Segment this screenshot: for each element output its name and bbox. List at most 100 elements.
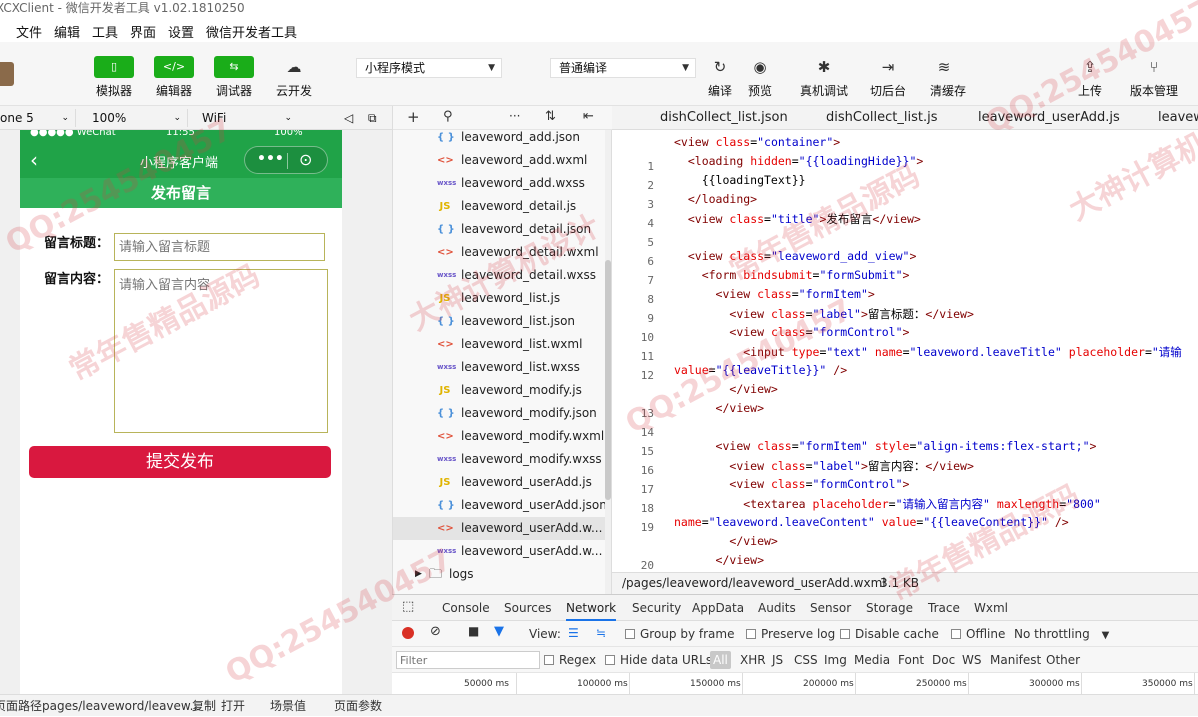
tab-sensor[interactable]: Sensor [810, 595, 851, 621]
device-model-select[interactable]: one 5 ⌄ [0, 109, 76, 127]
file-row[interactable]: <> leaveword_modify.wxml [393, 425, 605, 448]
close-circle-icon[interactable]: ⊙ [299, 150, 312, 169]
hide-data-urls-checkbox[interactable]: Hide data URLs [605, 647, 712, 673]
list-view-icon[interactable]: ☰ [568, 626, 579, 640]
tab-console[interactable]: Console [442, 595, 490, 621]
folder-row[interactable]: ▶ 🗀 logs [393, 563, 605, 586]
scene-value-button[interactable]: 场景值 [270, 695, 306, 717]
tab-trace[interactable]: Trace [928, 595, 960, 621]
code-line[interactable]: <input type="text" name="leaveword.leave… [674, 344, 1182, 360]
code-line[interactable]: </view> [674, 534, 777, 548]
more-icon[interactable]: ··· [509, 109, 520, 123]
bug-icon[interactable]: ✱ [812, 56, 836, 78]
tab-sources[interactable]: Sources [504, 595, 551, 621]
preserve-log-checkbox[interactable]: Preserve log [746, 621, 835, 647]
tab-leaveword-partial[interactable]: leavew [1158, 106, 1198, 130]
code-line[interactable]: </loading> [674, 192, 757, 206]
filter-type-other[interactable]: Other [1046, 647, 1080, 673]
waterfall-view-icon[interactable]: ≒ [596, 626, 606, 640]
filter-type-img[interactable]: Img [824, 647, 847, 673]
filter-type-css[interactable]: CSS [794, 647, 818, 673]
tab-dishcollect-list-json[interactable]: dishCollect_list.json [660, 106, 788, 130]
file-row[interactable]: { } leaveword_userAdd.json [393, 494, 607, 517]
file-row[interactable]: wxss leaveword_detail.wxss [393, 264, 605, 287]
avatar[interactable] [0, 62, 14, 86]
open-link[interactable]: 打开 [221, 695, 245, 717]
filter-type-js[interactable]: JS [772, 647, 783, 673]
menu-tools[interactable]: 工具 [92, 22, 118, 41]
file-row[interactable]: <> leaveword_add.wxml [393, 149, 605, 172]
editor-button[interactable]: </> [154, 56, 194, 78]
file-row[interactable]: JS leaveword_list.js [393, 287, 605, 310]
simulator-button[interactable]: ▯ [94, 56, 134, 78]
add-icon[interactable]: + [407, 108, 420, 126]
throttling-select[interactable]: No throttling ▼ [1014, 621, 1109, 647]
code-line[interactable]: {{loadingText}} [674, 173, 806, 187]
filter-input[interactable] [396, 651, 540, 669]
tab-appdata[interactable]: AppData [692, 595, 744, 621]
scrollbar-thumb[interactable] [605, 260, 611, 500]
filter-type-doc[interactable]: Doc [932, 647, 955, 673]
menu-edit[interactable]: 编辑 [54, 22, 80, 41]
zoom-select[interactable]: 100% ⌄ [92, 109, 188, 127]
switch-background-icon[interactable]: ⇥ [876, 56, 900, 78]
menu-file[interactable]: 文件 [16, 22, 42, 41]
code-line[interactable]: <view class="label">留言标题：</view> [674, 306, 974, 322]
code-line[interactable]: <view class="leaveword_add_view"> [674, 249, 917, 263]
filter-icon[interactable]: ▼ [494, 624, 504, 639]
code-line[interactable]: </view> [674, 401, 764, 415]
file-row[interactable]: { } leaveword_modify.json [393, 402, 605, 425]
code-line[interactable]: <form bindsubmit="formSubmit"> [674, 268, 910, 282]
record-icon[interactable] [402, 627, 414, 639]
code-line[interactable]: <view class="formItem"> [674, 287, 875, 301]
version-icon[interactable]: ⑂ [1142, 56, 1166, 78]
copy-link[interactable]: 复制 [192, 695, 216, 717]
code-line[interactable]: <view class="formControl"> [674, 477, 909, 491]
sound-icon[interactable]: ◁ [344, 109, 356, 127]
capsule-menu[interactable]: ••• ⊙ [244, 146, 328, 174]
code-line[interactable]: <view class="formControl"> [674, 325, 909, 339]
file-row[interactable]: JS leaveword_userAdd.js [393, 471, 605, 494]
file-row[interactable]: <> leaveword_detail.wxml [393, 241, 605, 264]
file-row[interactable]: { } leaveword_list.json [393, 310, 605, 333]
content-textarea[interactable] [114, 269, 328, 433]
code-line[interactable]: <view class="formItem" style="align-item… [674, 439, 1097, 453]
mode-select[interactable]: 小程序模式 ▼ [356, 58, 502, 78]
tab-audits[interactable]: Audits [758, 595, 796, 621]
sort-icon[interactable]: ⇅ [545, 109, 556, 124]
file-row[interactable]: wxss leaveword_add.wxss [393, 172, 605, 195]
file-row[interactable]: <> leaveword_userAdd.w... [393, 517, 605, 540]
file-row[interactable]: wxss leaveword_list.wxss [393, 356, 605, 379]
tab-leaveword-useradd-js[interactable]: leaveword_userAdd.js [978, 106, 1120, 130]
file-row[interactable]: { } leaveword_add.json [393, 126, 605, 149]
filter-type-manifest[interactable]: Manifest [990, 647, 1041, 673]
tab-network[interactable]: Network [566, 595, 617, 621]
file-row[interactable]: wxss leaveword_userAdd.w... [393, 540, 605, 563]
code-line[interactable]: </view> [674, 553, 764, 567]
code-line[interactable]: <loading hidden="{{loadingHide}}"> [674, 154, 923, 168]
code-line[interactable]: name="leaveword.leaveContent" value="{{l… [674, 515, 1069, 529]
file-row[interactable]: JS leaveword_modify.js [393, 379, 605, 402]
filter-type-media[interactable]: Media [854, 647, 890, 673]
page-params-button[interactable]: 页面参数 [334, 695, 382, 717]
group-by-frame-checkbox[interactable]: Group by frame [625, 621, 734, 647]
back-arrow-icon[interactable]: ‹ [30, 148, 38, 172]
file-row[interactable]: { } leaveword_detail.json [393, 218, 605, 241]
search-icon[interactable]: ⚲ [443, 109, 453, 124]
submit-button[interactable]: 提交发布 [29, 446, 331, 478]
regex-checkbox[interactable]: Regex [544, 647, 596, 673]
file-row[interactable]: <> leaveword_list.wxml [393, 333, 605, 356]
tab-storage[interactable]: Storage [866, 595, 913, 621]
collapse-icon[interactable]: ⇤ [583, 109, 594, 124]
upload-icon[interactable]: ⇪ [1078, 56, 1102, 78]
inspect-icon[interactable]: ⬚ [402, 599, 414, 614]
menu-interface[interactable]: 界面 [130, 22, 156, 41]
code-line[interactable]: value="{{leaveTitle}}" /> [674, 363, 847, 377]
disable-cache-checkbox[interactable]: Disable cache [840, 621, 939, 647]
network-select[interactable]: WiFi ⌄ [202, 109, 298, 127]
file-row[interactable]: wxss leaveword_modify.wxss [393, 448, 605, 471]
filter-type-all[interactable]: All [710, 651, 731, 669]
menu-wechat-devtools[interactable]: 微信开发者工具 [206, 22, 297, 41]
filter-type-font[interactable]: Font [898, 647, 924, 673]
cloud-icon[interactable]: ☁ [282, 56, 306, 78]
